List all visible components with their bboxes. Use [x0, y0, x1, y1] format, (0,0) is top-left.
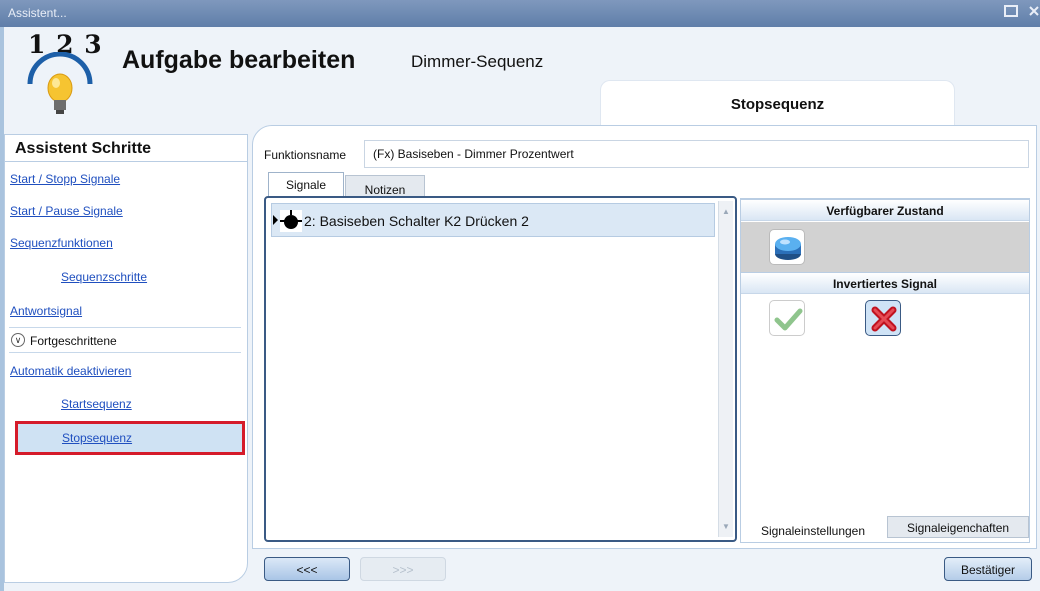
- previous-button[interactable]: <<<: [264, 557, 350, 581]
- signal-properties-panel: Verfügbarer Zustand Invertiertes Signal …: [740, 198, 1030, 543]
- tab-signale[interactable]: Signale: [268, 172, 344, 196]
- signal-list-scrollbar[interactable]: ▲ ▼: [718, 201, 733, 537]
- step-automatik-deaktivieren[interactable]: Automatik deaktivieren: [10, 364, 131, 378]
- inverted-signal-heading: Invertiertes Signal: [741, 272, 1029, 294]
- advanced-section[interactable]: ∨ Fortgeschrittene: [9, 327, 241, 353]
- scroll-up-icon[interactable]: ▲: [722, 207, 730, 216]
- step-antwortsignal[interactable]: Antwortsignal: [10, 304, 82, 318]
- wizard-logo: 1 2 3: [22, 30, 112, 122]
- steps-heading: Assistent Schritte: [15, 140, 152, 157]
- step-sequenzschritte[interactable]: Sequenzschritte: [61, 270, 147, 284]
- next-button[interactable]: >>>: [360, 557, 446, 581]
- cross-icon[interactable]: [865, 300, 901, 336]
- step-stopsequenz[interactable]: Stopsequenz: [62, 431, 132, 445]
- function-name-label: Funktionsname: [264, 148, 347, 162]
- check-icon[interactable]: [769, 300, 805, 336]
- chevron-down-icon[interactable]: ∨: [11, 333, 25, 347]
- step-stopsequenz-selected[interactable]: Stopsequenz: [15, 421, 245, 455]
- close-icon[interactable]: [1028, 4, 1040, 20]
- steps-panel: Assistent Schritte Start / Stopp Signale…: [4, 134, 248, 583]
- window-titlebar: Assistent...: [0, 0, 1040, 27]
- page-title: Aufgabe bearbeiten: [122, 46, 356, 74]
- steps-divider: [5, 161, 247, 162]
- lightbulb-icon: [27, 52, 93, 114]
- tab-signaleinstellungen[interactable]: Signaleinstellungen: [741, 520, 885, 542]
- step-sequenzfunktionen[interactable]: Sequenzfunktionen: [10, 236, 113, 250]
- step-startsequenz[interactable]: Startsequenz: [61, 397, 132, 411]
- step-start-stopp-signale[interactable]: Start / Stopp Signale: [10, 172, 120, 186]
- signal-row[interactable]: 2: Basiseben Schalter K2 Drücken 2: [271, 203, 715, 237]
- confirm-button[interactable]: Bestätiger: [944, 557, 1032, 581]
- function-name-field[interactable]: (Fx) Basiseben - Dimmer Prozentwert: [364, 140, 1029, 168]
- available-state-band: [741, 222, 1029, 272]
- page-subtitle: Dimmer-Sequenz: [411, 52, 544, 71]
- signal-list: 2: Basiseben Schalter K2 Drücken 2 ▲ ▼: [264, 196, 737, 542]
- signal-label: 2: Basiseben Schalter K2 Drücken 2: [304, 213, 529, 229]
- pushbutton-signal-icon: [280, 210, 302, 232]
- step-start-pause-signale[interactable]: Start / Pause Signale: [10, 204, 123, 218]
- tab-stopsequenz: Stopsequenz: [600, 80, 955, 126]
- advanced-label: Fortgeschrittene: [30, 334, 117, 348]
- row-pointer-icon: [273, 215, 278, 225]
- maximize-icon[interactable]: [1004, 4, 1018, 20]
- scroll-down-icon[interactable]: ▼: [722, 522, 730, 531]
- available-state-heading: Verfügbarer Zustand: [741, 199, 1029, 221]
- blue-button-state-icon[interactable]: [769, 229, 805, 265]
- window-title: Assistent...: [8, 6, 67, 20]
- tab-signaleigenchaften[interactable]: Signaleigenchaften: [887, 516, 1029, 538]
